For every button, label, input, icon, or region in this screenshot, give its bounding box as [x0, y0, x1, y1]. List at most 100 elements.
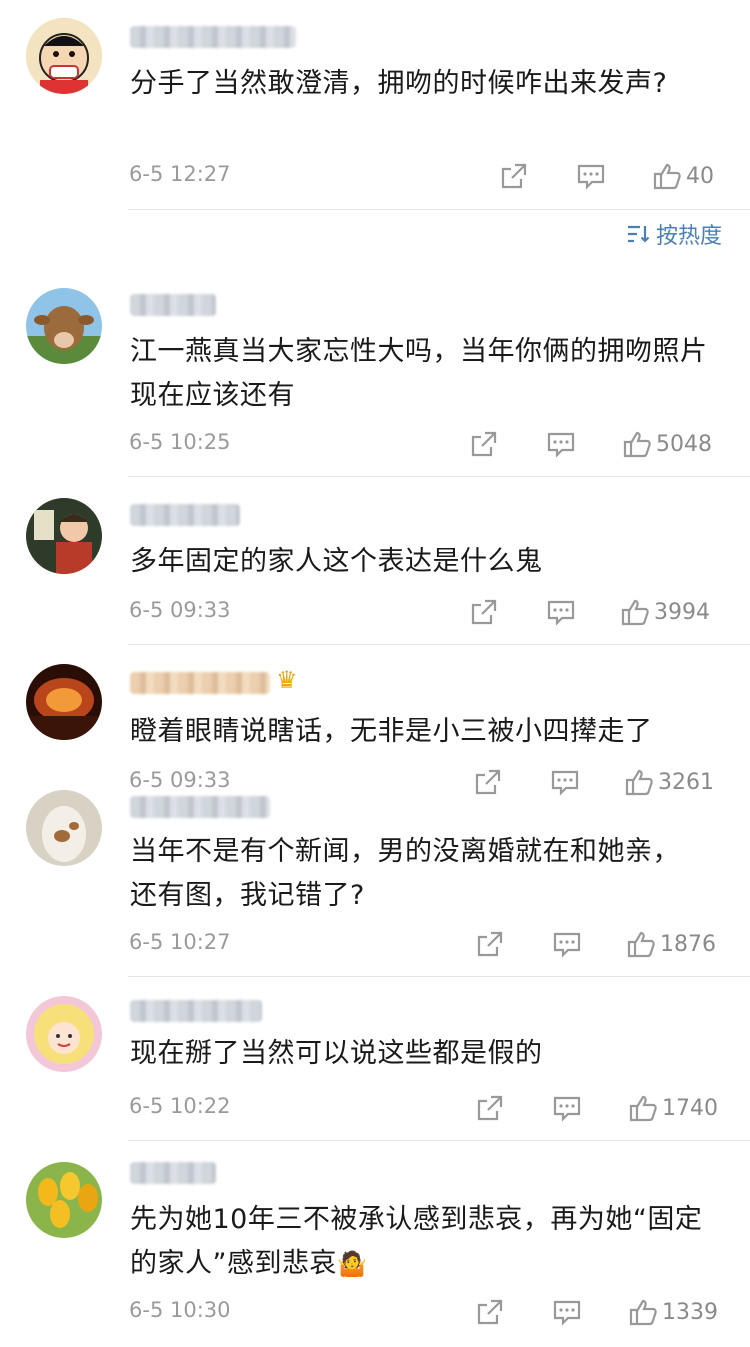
comment-text: 多年固定的家人这个表达是什么鬼 [130, 546, 543, 577]
timestamp: 6-5 12:27 [129, 162, 231, 186]
comment-actions: 6-5 10:22 1740 [0, 1088, 750, 1128]
timestamp: 6-5 09:33 [129, 598, 231, 622]
comment-text: 当年不是有个新闻，男的没离婚就在和她亲，还有图，我记错了? [130, 836, 680, 911]
timestamp: 6-5 10:27 [129, 930, 231, 954]
avatar[interactable] [26, 288, 102, 364]
avatar[interactable] [26, 996, 102, 1072]
comment-actions: 6-5 10:30 1339 [0, 1292, 750, 1332]
like-count: 1876 [660, 931, 716, 957]
avatar-image [26, 18, 102, 94]
reply-button[interactable] [546, 592, 576, 632]
like-count: 3994 [654, 599, 710, 625]
like-button[interactable]: 3261 [624, 762, 714, 802]
like-button[interactable]: 1740 [628, 1088, 718, 1128]
comment-icon [577, 164, 605, 190]
vip-crown-icon: ♛ [276, 666, 298, 694]
like-button[interactable]: 40 [652, 156, 714, 196]
share-icon [475, 769, 501, 795]
divider [128, 644, 750, 645]
reply-button[interactable] [552, 1088, 582, 1128]
like-count: 40 [686, 163, 714, 189]
avatar[interactable] [26, 664, 102, 740]
username[interactable] [130, 1162, 216, 1184]
timestamp: 6-5 10:22 [129, 1094, 231, 1118]
timestamp: 6-5 09:33 [129, 768, 231, 792]
comment-text: 瞪着眼睛说瞎话，无非是小三被小四撵走了 [130, 716, 653, 747]
divider [128, 1140, 750, 1141]
avatar[interactable] [26, 18, 102, 94]
share-icon [501, 163, 527, 189]
thumbs-up-icon [621, 599, 649, 626]
divider [128, 209, 750, 210]
thumbs-up-icon [625, 769, 653, 796]
like-count: 5048 [656, 431, 712, 457]
username[interactable] [130, 1000, 262, 1022]
comment-actions: 6-5 10:27 1876 [0, 924, 750, 964]
avatar-image [26, 664, 102, 740]
comment-actions: 6-5 09:33 3261 [0, 762, 750, 802]
username[interactable] [130, 26, 296, 48]
thumbs-up-icon [653, 163, 681, 190]
divider [128, 476, 750, 477]
thumbs-up-icon [629, 1299, 657, 1326]
avatar-image [26, 1162, 102, 1238]
like-count: 3261 [658, 769, 714, 795]
avatar-image [26, 498, 102, 574]
share-icon [477, 1299, 503, 1325]
comment-text: 分手了当然敢澄清，拥吻的时候咋出来发声? [130, 68, 668, 99]
username[interactable] [130, 294, 216, 316]
share-button[interactable] [475, 1088, 505, 1128]
thumbs-up-icon [629, 1095, 657, 1122]
comment-text: 先为她10年三不被承认感到悲哀，再为她“固定的家人”感到悲哀🤷 [130, 1198, 720, 1286]
comment-icon [551, 770, 579, 796]
reply-button[interactable] [550, 762, 580, 802]
like-button[interactable]: 5048 [622, 424, 712, 464]
username[interactable] [130, 672, 270, 694]
shrug-emoji-icon: 🤷 [337, 1250, 368, 1278]
comment-actions: 6-5 10:25 5048 [0, 424, 750, 464]
avatar[interactable] [26, 498, 102, 574]
comment-actions: 6-5 09:33 3994 [0, 592, 750, 632]
like-button[interactable]: 1339 [628, 1292, 718, 1332]
share-button[interactable] [499, 156, 529, 196]
comment-text: 江一燕真当大家忘性大吗，当年你俩的拥吻照片现在应该还有 [130, 336, 708, 411]
avatar[interactable] [26, 790, 102, 866]
like-button[interactable]: 1876 [626, 924, 716, 964]
like-button[interactable]: 3994 [620, 592, 710, 632]
reply-button[interactable] [552, 1292, 582, 1332]
share-icon [471, 599, 497, 625]
comment-icon [553, 1096, 581, 1122]
share-button[interactable] [475, 924, 505, 964]
sort-by-hot-button[interactable]: 按热度 [626, 218, 722, 250]
sort-icon [627, 225, 650, 243]
avatar-image [26, 288, 102, 364]
share-button[interactable] [475, 1292, 505, 1332]
avatar-image [26, 790, 102, 866]
reply-button[interactable] [576, 156, 606, 196]
share-button[interactable] [469, 592, 499, 632]
share-icon [477, 931, 503, 957]
comment-icon [547, 600, 575, 626]
share-button[interactable] [473, 762, 503, 802]
share-icon [477, 1095, 503, 1121]
comment-icon [547, 432, 575, 458]
reply-button[interactable] [552, 924, 582, 964]
comment-icon [553, 1300, 581, 1326]
comment-icon [553, 932, 581, 958]
avatar-image [26, 996, 102, 1072]
username[interactable] [130, 796, 270, 818]
comment-text: 现在掰了当然可以说这些都是假的 [130, 1038, 543, 1069]
username[interactable] [130, 504, 240, 526]
timestamp: 6-5 10:25 [129, 430, 231, 454]
thumbs-up-icon [627, 931, 655, 958]
like-count: 1339 [662, 1299, 718, 1325]
timestamp: 6-5 10:30 [129, 1298, 231, 1322]
comment-actions: 6-5 12:27 40 [0, 156, 750, 196]
avatar[interactable] [26, 1162, 102, 1238]
comment-text-content: 先为她10年三不被承认感到悲哀，再为她“固定的家人”感到悲哀 [130, 1204, 703, 1279]
share-icon [471, 431, 497, 457]
divider [128, 976, 750, 977]
like-count: 1740 [662, 1095, 718, 1121]
reply-button[interactable] [546, 424, 576, 464]
share-button[interactable] [469, 424, 499, 464]
